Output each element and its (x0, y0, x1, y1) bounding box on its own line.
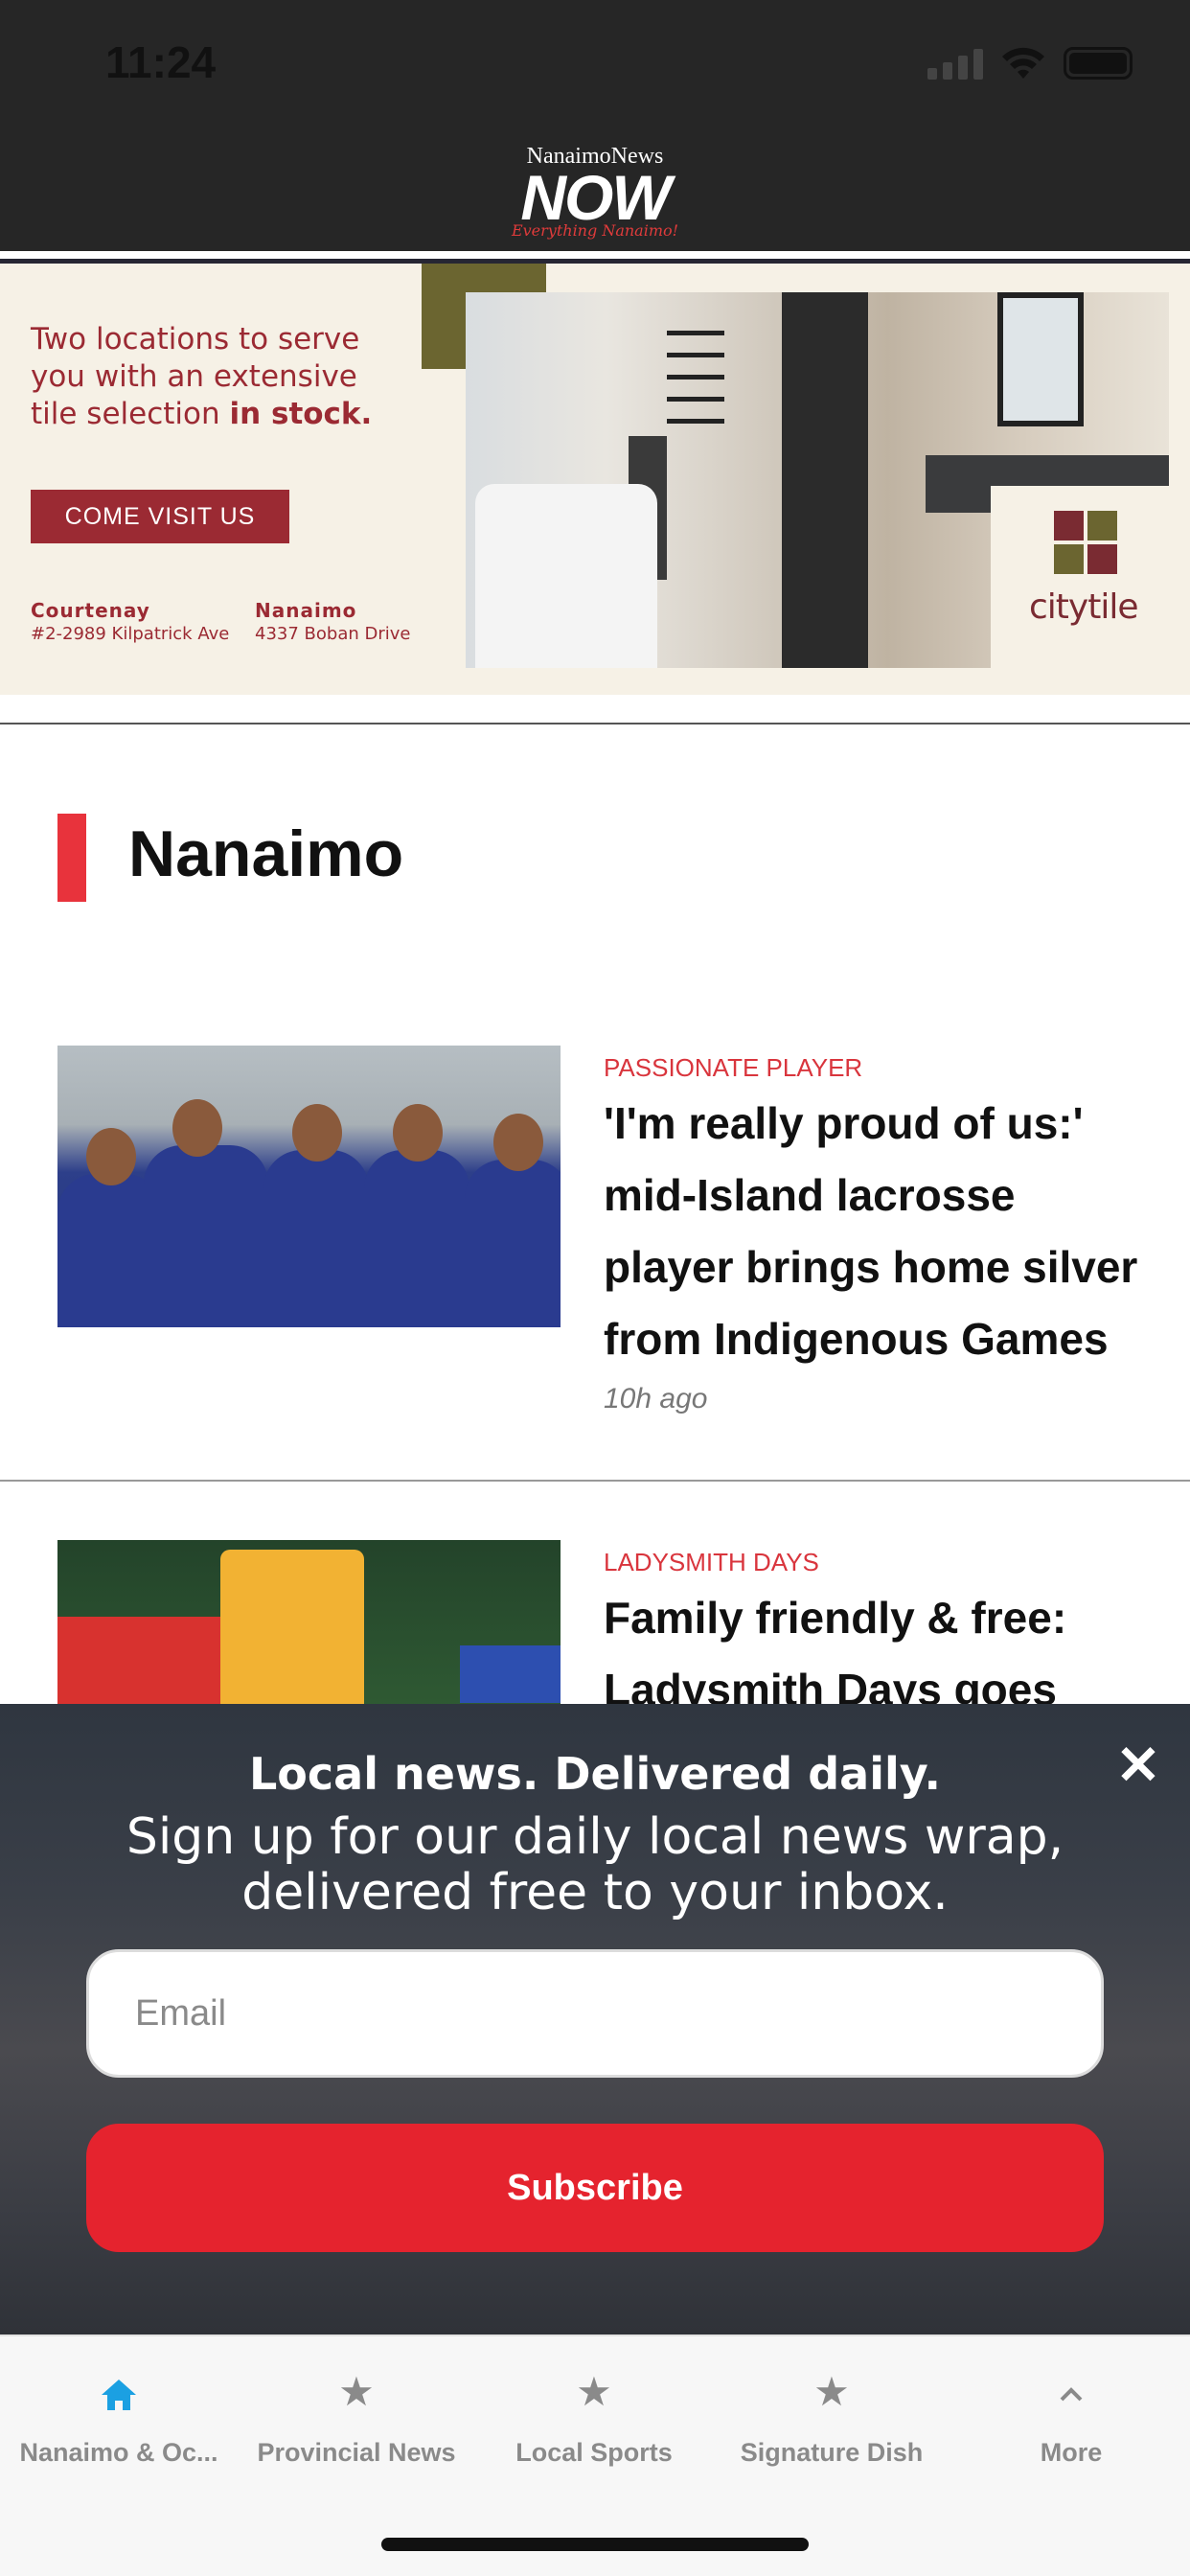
tab-provincial-news[interactable]: ★ Provincial News (238, 2365, 475, 2468)
header-divider (0, 251, 1190, 259)
article-divider (0, 1480, 1190, 1482)
tab-label: More (1040, 2438, 1103, 2467)
battery-icon (1064, 47, 1133, 80)
tab-label: Provincial News (257, 2438, 456, 2467)
ad-copy: Two locations to serve you with an exten… (31, 321, 395, 433)
article-card[interactable]: PASSIONATE PLAYER 'I'm really proud of u… (0, 1046, 1190, 1448)
shelf-tower-graphic (782, 292, 868, 668)
content-divider (0, 723, 1190, 724)
ad-location-courtenay: Courtenay #2-2989 Kilpatrick Ave (31, 599, 229, 644)
tab-signature-dish[interactable]: ★ Signature Dish (713, 2365, 950, 2468)
app-logo[interactable]: NanaimoNews NOW Everything Nanaimo! (0, 144, 1190, 240)
ad-location-address: 4337 Boban Drive (255, 624, 411, 644)
tab-local-sports[interactable]: ★ Local Sports (475, 2365, 713, 2468)
status-time: 11:24 (105, 37, 217, 87)
ad-line-3: tile selection in stock. (31, 396, 395, 433)
bouncy-castle-graphic (57, 1617, 230, 1704)
wifi-icon (1002, 47, 1044, 79)
bathtub-graphic (475, 484, 657, 668)
article-kicker: LADYSMITH DAYS (604, 1548, 819, 1576)
article-card[interactable]: LADYSMITH DAYS Family friendly & free: L… (0, 1540, 1190, 1704)
article-thumbnail (57, 1540, 561, 1704)
tab-nanaimo[interactable]: Nanaimo & Oc... (0, 2365, 238, 2468)
home-icon (0, 2365, 238, 2419)
tab-label: Signature Dish (740, 2438, 924, 2467)
ad-location-city: Nanaimo (255, 599, 357, 622)
article-thumbnail (57, 1046, 561, 1327)
ad-line-1: Two locations to serve (31, 322, 360, 356)
close-icon[interactable]: ✕ (1115, 1738, 1161, 1792)
bouncy-castle-graphic (220, 1550, 364, 1704)
article-kicker: PASSIONATE PLAYER (604, 1053, 863, 1082)
article-headline[interactable]: Family friendly & free: Ladysmith Days g… (604, 1582, 1140, 1704)
ad-location-address: #2-2989 Kilpatrick Ave (31, 624, 230, 644)
cellular-signal-icon (927, 47, 983, 80)
section-title: Nanaimo (128, 817, 404, 890)
player-figure (263, 1104, 369, 1327)
ad-visit-button[interactable]: COME VISIT US (31, 490, 289, 543)
home-indicator[interactable] (381, 2538, 809, 2551)
tab-label: Local Sports (515, 2438, 673, 2467)
section-accent-bar (57, 814, 86, 902)
ad-line-2: you with an extensive (31, 359, 357, 394)
newsletter-title: Local news. Delivered daily. (249, 1748, 941, 1800)
chevron-up-icon (952, 2365, 1190, 2419)
email-field[interactable] (86, 1949, 1104, 2078)
star-icon: ★ (576, 2369, 612, 2414)
player-figure (465, 1114, 561, 1327)
window-graphic (997, 292, 1084, 426)
towel-rail-graphic (667, 331, 724, 465)
player-figure (144, 1099, 268, 1327)
logo-tagline: Everything Nanaimo! (511, 221, 679, 240)
tent-graphic (460, 1645, 561, 1703)
article-headline[interactable]: 'I'm really proud of us:' mid-Island lac… (604, 1088, 1140, 1375)
star-icon: ★ (338, 2369, 375, 2414)
tab-more[interactable]: More (952, 2365, 1190, 2468)
newsletter-subtitle: Sign up for our daily local news wrap, d… (126, 1808, 1064, 1921)
subscribe-button[interactable]: Subscribe (86, 2124, 1104, 2252)
newsletter-signup-panel: Local news. Delivered daily. ✕ Sign up f… (0, 1704, 1190, 2334)
advertisement-banner[interactable]: Two locations to serve you with an exten… (0, 264, 1190, 695)
article-timestamp: 10h ago (604, 1383, 708, 1414)
status-icons (927, 46, 1133, 80)
star-icon: ★ (813, 2369, 850, 2414)
screen: 11:24 NanaimoNews NOW Everything Nanaimo… (0, 0, 1190, 2576)
citytile-mark-icon (1054, 511, 1117, 574)
tab-label: Nanaimo & Oc... (19, 2438, 218, 2467)
ad-line-3-prefix: tile selection (31, 397, 230, 431)
ad-location-city: Courtenay (31, 599, 150, 622)
citytile-logo: citytile (991, 486, 1169, 668)
app-header: 11:24 NanaimoNews NOW Everything Nanaimo… (0, 0, 1190, 251)
citytile-wordmark: citytile (1029, 587, 1138, 627)
ad-location-nanaimo: Nanaimo 4337 Boban Drive (255, 599, 410, 644)
ad-line-3-bold: in stock. (229, 397, 373, 431)
player-figure (364, 1104, 469, 1327)
logo-main-text: NOW (520, 162, 671, 233)
